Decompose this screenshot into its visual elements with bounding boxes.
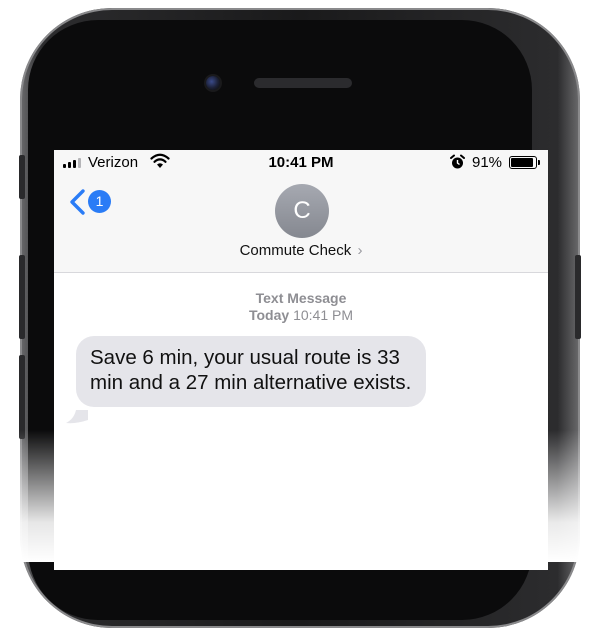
battery-cap <box>538 160 540 165</box>
bubble-tail <box>66 410 88 424</box>
battery-fill <box>511 158 533 167</box>
incoming-message-bubble[interactable]: Save 6 min, your usual route is 33 min a… <box>76 336 426 407</box>
front-camera <box>206 76 220 90</box>
chevron-right-icon: › <box>357 242 363 259</box>
message-timestamp: Today 10:41 PM <box>54 307 548 323</box>
contact-name: Commute Check <box>239 242 352 259</box>
earpiece-speaker <box>254 78 352 88</box>
phone-screen: Verizon 10:41 PM 91% 1 C Commute Check › <box>54 150 548 570</box>
status-bar: Verizon 10:41 PM 91% <box>54 150 548 176</box>
contact-name-button[interactable]: Commute Check › <box>54 242 548 259</box>
message-service-label: Text Message <box>255 290 347 306</box>
timestamp-time: 10:41 PM <box>293 307 354 323</box>
chevron-left-icon <box>70 189 85 215</box>
battery-percent: 91% <box>472 154 503 171</box>
silent-switch <box>19 155 25 199</box>
alarm-clock-icon <box>450 154 465 169</box>
power-button <box>575 255 581 339</box>
contact-avatar[interactable]: C <box>275 184 329 238</box>
battery-icon <box>509 156 537 169</box>
conversation-header: 1 C Commute Check › <box>54 176 548 273</box>
timestamp-day: Today <box>248 307 290 323</box>
volume-up-button <box>19 255 25 339</box>
back-button[interactable]: 1 <box>68 186 116 218</box>
unread-count-badge: 1 <box>88 190 111 213</box>
volume-down-button <box>19 355 25 439</box>
